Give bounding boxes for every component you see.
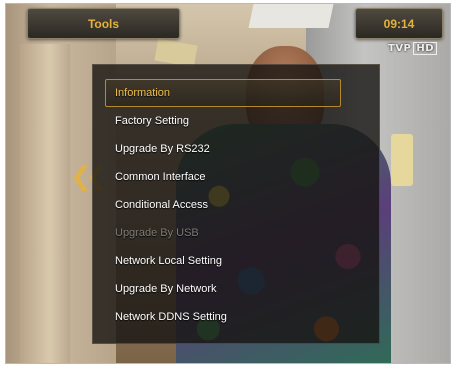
menu-item-common-interface[interactable]: Common Interface	[105, 163, 341, 191]
video-background-sign	[391, 134, 413, 186]
menu-item-information[interactable]: Information	[105, 79, 341, 107]
menu-item-conditional-access[interactable]: Conditional Access	[105, 191, 341, 219]
menu-item-upgrade-by-usb: Upgrade By USB	[105, 219, 341, 247]
channel-logo: TVP HD	[388, 42, 438, 55]
menu-item-label: Information	[115, 87, 171, 99]
menu-item-label: Common Interface	[115, 171, 206, 183]
menu-item-label: Upgrade By RS232	[115, 143, 210, 155]
clock: 09:14	[355, 8, 443, 39]
video-background-shelf	[248, 4, 334, 28]
channel-logo-name: TVP	[388, 43, 412, 54]
menu-title: Tools	[27, 8, 180, 39]
menu-item-upgrade-by-network[interactable]: Upgrade By Network	[105, 275, 341, 303]
menu-item-label: Upgrade By USB	[115, 227, 199, 239]
menu-item-label: Upgrade By Network	[115, 283, 217, 295]
channel-logo-hd: HD	[413, 42, 438, 55]
menu-item-label: Factory Setting	[115, 115, 189, 127]
menu-item-network-ddns-setting[interactable]: Network DDNS Setting	[105, 303, 341, 331]
menu-item-upgrade-by-rs232[interactable]: Upgrade By RS232	[105, 135, 341, 163]
tools-menu-panel: Information Factory Setting Upgrade By R…	[92, 64, 380, 344]
menu-item-label: Network DDNS Setting	[115, 311, 227, 323]
video-background-door	[20, 44, 70, 363]
menu-item-label: Network Local Setting	[115, 255, 222, 267]
menu-item-label: Conditional Access	[115, 199, 208, 211]
tools-menu-list: Information Factory Setting Upgrade By R…	[105, 79, 341, 331]
clock-time: 09:14	[383, 16, 415, 31]
menu-item-network-local-setting[interactable]: Network Local Setting	[105, 247, 341, 275]
menu-title-label: Tools	[87, 16, 120, 31]
menu-item-factory-setting[interactable]: Factory Setting	[105, 107, 341, 135]
